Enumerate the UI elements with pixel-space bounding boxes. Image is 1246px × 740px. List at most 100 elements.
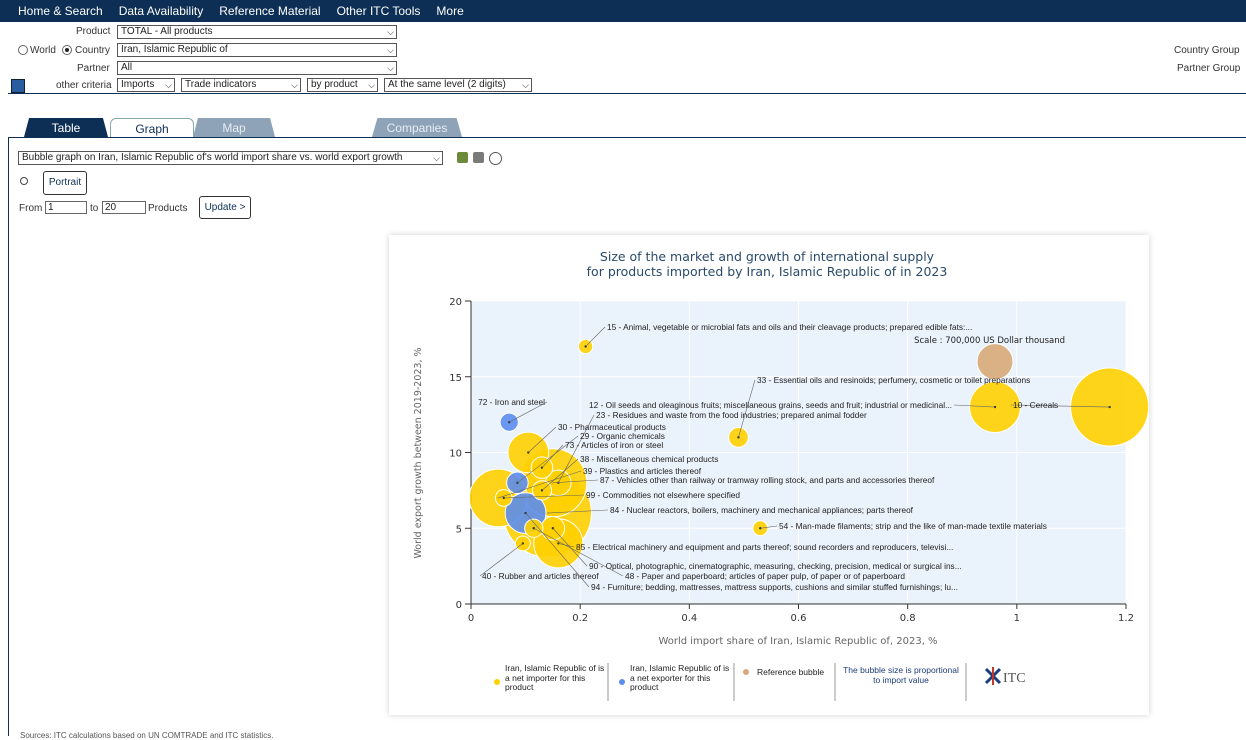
tab-table[interactable]: Table — [24, 118, 108, 137]
nav-other-itc-tools[interactable]: Other ITC Tools — [337, 4, 421, 18]
bubble-label: 48 - Paper and paperboard; articles of p… — [625, 571, 905, 581]
y-tick-label: 10 — [449, 449, 462, 460]
legend-exporter: Iran, Islamic Republic of is a net expor… — [630, 664, 729, 692]
legend-size-note-line2: to import value — [873, 675, 929, 685]
level-select[interactable]: At the same level (2 digits) ⌵ — [384, 78, 532, 92]
bubble-center — [532, 527, 535, 530]
chevron-down-icon: ⌵ — [522, 80, 529, 90]
filters-divider — [8, 93, 1246, 94]
x-tick-label: 0.4 — [681, 613, 697, 624]
world-radio[interactable] — [18, 45, 28, 55]
from-input[interactable]: 1 — [45, 201, 87, 214]
y-axis-label: World export growth between 2019-2023, % — [413, 347, 424, 558]
export-excel-icon[interactable] — [457, 152, 468, 163]
x-tick-label: 1 — [1014, 613, 1020, 624]
home-icon[interactable] — [11, 79, 25, 93]
x-axis-label: World import share of Iran, Islamic Repu… — [658, 636, 937, 647]
partner-select[interactable]: All ⌵ — [117, 61, 397, 75]
y-tick-label: 0 — [456, 600, 462, 611]
itc-logo-text: ITC — [1003, 671, 1026, 686]
legend-importer: Iran, Islamic Republic of is a net impor… — [505, 664, 604, 692]
bubble-label: 72 - Iron and steel — [478, 397, 545, 407]
chart-title-line1: Size of the market and growth of interna… — [600, 249, 935, 264]
bubble-label: 33 - Essential oils and resinoids; perfu… — [757, 375, 1030, 385]
nav-reference-material[interactable]: Reference Material — [219, 4, 320, 18]
y-tick-label: 15 — [449, 373, 462, 384]
tab-companies[interactable]: Companies — [372, 118, 462, 137]
bubble-label: 85 - Electrical machinery and equipment … — [576, 542, 953, 552]
x-tick-label: 0.6 — [791, 613, 807, 624]
bubble-center — [508, 421, 511, 424]
chart-title-line2: for products imported by Iran, Islamic R… — [587, 264, 948, 279]
chevron-down-icon: ⌵ — [291, 80, 298, 90]
country-label: Country — [75, 45, 111, 56]
print-icon[interactable] — [473, 152, 484, 163]
partner-group-link[interactable]: Partner Group — [1177, 63, 1240, 74]
other-criteria-label: other criteria — [56, 80, 112, 91]
x-tick-label: 1.2 — [1118, 613, 1134, 624]
nav-more[interactable]: More — [436, 4, 463, 18]
zoom-icon[interactable] — [489, 152, 502, 165]
chevron-down-icon: ⌵ — [433, 153, 440, 163]
legend-reference: Reference bubble — [757, 667, 824, 677]
legend-importer-marker — [494, 679, 500, 685]
bubble-label: 84 - Nuclear reactors, boilers, machiner… — [610, 505, 914, 515]
bubble-label: 12 - Oil seeds and oleaginous fruits; mi… — [589, 400, 952, 410]
bubble-label: 99 - Commodities not elsewhere specified — [586, 490, 740, 500]
x-tick-label: 0.8 — [900, 613, 916, 624]
from-label: From — [19, 203, 43, 214]
to-input[interactable]: 20 — [102, 201, 146, 214]
chevron-down-icon: ⌵ — [165, 80, 172, 90]
tab-map[interactable]: Map — [193, 118, 275, 137]
bubble-chart: Size of the market and growth of interna… — [413, 249, 1150, 701]
portrait-button[interactable]: Portrait — [43, 171, 87, 195]
chevron-down-icon: ⌵ — [387, 27, 394, 37]
magnifier-icon[interactable] — [20, 177, 28, 185]
to-label: to — [90, 203, 99, 214]
bubble-label: 15 - Animal, vegetable or microbial fats… — [607, 322, 972, 332]
bubble-label: 54 - Man-made filaments; strip and the l… — [779, 521, 1047, 531]
bubble-label: 94 - Furniture; bedding, mattresses, mat… — [591, 582, 958, 592]
y-tick-label: 5 — [456, 524, 462, 535]
graph-type-select[interactable]: Bubble graph on Iran, Islamic Republic o… — [18, 151, 443, 165]
filter-panel: Product TOTAL - All products ⌵ World Coun… — [0, 22, 1246, 94]
top-nav: Home & Search Data Availability Referenc… — [0, 0, 1246, 22]
products-label: Products — [148, 203, 188, 214]
country-radio[interactable] — [62, 45, 72, 55]
bubble-label: 90 - Optical, photographic, cinematograp… — [589, 561, 962, 571]
country-select[interactable]: Iran, Islamic Republic of ⌵ — [117, 43, 397, 57]
country-group-link[interactable]: Country Group — [1174, 45, 1240, 56]
nav-data-availability[interactable]: Data Availability — [119, 4, 204, 18]
chart-legend: Iran, Islamic Republic of is a net impor… — [494, 663, 1026, 701]
chevron-down-icon: ⌵ — [387, 63, 394, 73]
bubble-label: 40 - Rubber and articles thereof — [482, 571, 599, 581]
x-tick-label: 0 — [468, 613, 474, 624]
x-tick-label: 0.2 — [572, 613, 588, 624]
bubble-label: 10 - Cereals — [1013, 400, 1058, 410]
y-tick-label: 20 — [449, 297, 462, 308]
tab-graph[interactable]: Graph — [110, 118, 194, 138]
product-select[interactable]: TOTAL - All products ⌵ — [117, 25, 397, 39]
bubble-label: 87 - Vehicles other than railway or tram… — [600, 475, 935, 485]
tab-panel-border — [8, 137, 1246, 138]
itc-logo-icon — [984, 667, 1002, 685]
nav-home-search[interactable]: Home & Search — [18, 4, 103, 18]
indicator-select[interactable]: Trade indicators ⌵ — [181, 78, 301, 92]
by-product-select[interactable]: by product ⌵ — [307, 78, 378, 92]
legend-exporter-marker — [619, 679, 625, 685]
update-button[interactable]: Update > — [199, 196, 251, 219]
legend-size-note-line1: The bubble size is proportional — [843, 665, 959, 675]
chevron-down-icon: ⌵ — [368, 80, 375, 90]
product-label: Product — [76, 26, 111, 37]
chevron-down-icon: ⌵ — [387, 45, 394, 55]
world-label: World — [30, 45, 56, 56]
bubble-label: 23 - Residues and waste from the food in… — [596, 410, 867, 420]
bubble-label: 73 - Articles of iron or steel — [565, 440, 663, 450]
bubble-label: 38 - Miscellaneous chemical products — [580, 454, 718, 464]
legend-reference-marker — [743, 669, 749, 675]
partner-label: Partner — [77, 63, 110, 74]
flow-select[interactable]: Imports ⌵ — [117, 78, 175, 92]
bubble-chart-container: Size of the market and growth of interna… — [389, 235, 1150, 715]
panel-left-border — [8, 137, 9, 736]
scale-note: Scale : 700,000 US Dollar thousand — [914, 336, 1065, 346]
